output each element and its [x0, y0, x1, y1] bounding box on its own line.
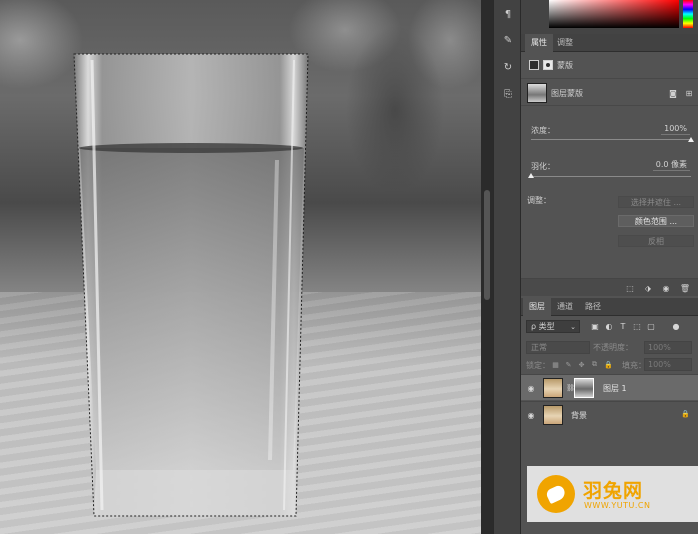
- panel-icon-strip: ¶ ✎ ↻ ⎘: [493, 0, 521, 534]
- properties-panel: 蒙版 图层蒙版 ◙ ⊞ 浓度： 100% 羽化： 0.0 像素 调整： 选择并遮…: [521, 52, 698, 296]
- watermark: 羽兔网 WWW.YUTU.CN: [527, 466, 698, 522]
- clone-source-icon[interactable]: ⎘: [498, 84, 518, 104]
- type-filter-icon[interactable]: T: [618, 321, 628, 332]
- layer-row-background[interactable]: ◉ 背景 🔒: [521, 401, 698, 427]
- canvas-vertical-scrollbar[interactable]: [481, 0, 493, 534]
- watermark-name: 羽兔网: [583, 480, 644, 502]
- layer-thumbnail: [543, 378, 563, 398]
- select-and-mask-button[interactable]: 选择并遮住 ...: [618, 196, 694, 208]
- delete-mask-icon[interactable]: 🗑: [679, 282, 691, 294]
- lock-row: 锁定： ▦ ✎ ✥ ⧉ 🔒 填充： 100%: [521, 358, 698, 372]
- add-vector-mask-icon[interactable]: ⊞: [683, 87, 695, 99]
- layers-tabbar: 图层 通道 路径: [521, 298, 698, 316]
- tab-paths[interactable]: 路径: [579, 298, 607, 316]
- lock-artboard-icon[interactable]: ⧉: [590, 360, 599, 369]
- pixel-filter-icon[interactable]: ▣: [590, 321, 600, 332]
- glass-of-water-image: [73, 53, 309, 517]
- layer-row-layer1[interactable]: ◉ ⛓ 图层 1: [521, 374, 698, 400]
- lock-transparent-icon[interactable]: ▦: [551, 360, 560, 369]
- watermark-url: WWW.YUTU.CN: [584, 501, 651, 510]
- adjustment-filter-icon[interactable]: ◐: [604, 321, 614, 332]
- tab-channels[interactable]: 通道: [551, 298, 579, 316]
- color-picker-panel: [521, 0, 698, 34]
- density-slider-knob[interactable]: [688, 137, 694, 142]
- layer-thumbnail: [543, 405, 563, 425]
- document-canvas[interactable]: [0, 0, 481, 534]
- mask-thumbnail: [527, 83, 547, 103]
- density-slider[interactable]: [531, 139, 691, 140]
- load-selection-icon[interactable]: ⬚: [624, 282, 636, 294]
- rabbit-logo-icon: [537, 475, 575, 513]
- tab-properties[interactable]: 属性: [525, 34, 553, 52]
- smart-object-filter-icon[interactable]: ▢: [646, 321, 656, 332]
- layer-name[interactable]: 图层 1: [603, 383, 627, 394]
- lock-image-icon[interactable]: ✎: [564, 360, 573, 369]
- layer-mask-thumbnail[interactable]: [574, 378, 594, 398]
- layer-mask-row: 图层蒙版 ◙ ⊞: [521, 78, 698, 106]
- feather-label: 羽化：: [531, 162, 555, 171]
- scrollbar-thumb[interactable]: [484, 190, 490, 300]
- eye-icon[interactable]: ◉: [526, 410, 536, 420]
- vector-mask-icon[interactable]: [543, 60, 553, 70]
- right-panel-dock: 属性 调整 蒙版 图层蒙版 ◙ ⊞ 浓度： 100% 羽化： 0.0 像素 调整…: [521, 0, 698, 534]
- feather-slider-knob[interactable]: [528, 173, 534, 178]
- properties-tabbar: 属性 调整: [521, 34, 698, 52]
- feather-value[interactable]: 0.0 像素: [652, 159, 690, 171]
- feather-slider[interactable]: [531, 176, 691, 177]
- hue-slider[interactable]: [683, 0, 693, 28]
- blend-row: 正常 不透明度： 100%: [521, 340, 698, 356]
- visibility-eye-icon[interactable]: ◉: [660, 282, 672, 294]
- fill-input[interactable]: 100%: [644, 358, 692, 371]
- opacity-input[interactable]: 100%: [644, 341, 692, 354]
- color-range-button[interactable]: 颜色范围 ...: [618, 215, 694, 227]
- opacity-label: 不透明度：: [593, 343, 633, 352]
- select-pixel-mask-icon[interactable]: ◙: [667, 87, 679, 99]
- properties-footer: ⬚ ⬗ ◉ 🗑: [521, 278, 698, 296]
- lock-label: 锁定：: [526, 361, 550, 370]
- lock-all-icon[interactable]: 🔒: [604, 360, 613, 369]
- adjust-label: 调整：: [527, 196, 551, 205]
- mask-type-label: 图层蒙版: [551, 89, 583, 98]
- lock-position-icon[interactable]: ✥: [577, 360, 586, 369]
- fill-label: 填充：: [622, 361, 646, 370]
- tab-layers[interactable]: 图层: [523, 298, 551, 316]
- density-value[interactable]: 100%: [661, 123, 690, 135]
- invert-button[interactable]: 反相: [618, 235, 694, 247]
- density-label: 浓度：: [531, 126, 555, 135]
- tab-adjustments[interactable]: 调整: [551, 34, 579, 52]
- blend-mode-select[interactable]: 正常: [526, 341, 590, 354]
- chevron-down-icon: ⌄: [570, 323, 576, 331]
- apply-mask-icon[interactable]: ⬗: [642, 282, 654, 294]
- layer-filter-label: ρ 类型: [531, 322, 555, 331]
- mask-header: 蒙版: [529, 58, 573, 72]
- lock-icon: 🔒: [681, 410, 690, 418]
- filter-toggle-icon[interactable]: ●: [671, 321, 681, 332]
- layers-filter-bar: ρ 类型 ⌄ ▣ ◐ T ⬚ ▢ ●: [521, 316, 698, 338]
- pixel-mask-icon[interactable]: [529, 60, 539, 70]
- layer-name[interactable]: 背景: [571, 410, 587, 421]
- layer-filter-select[interactable]: ρ 类型 ⌄: [526, 320, 580, 333]
- history-icon[interactable]: ↻: [498, 57, 518, 77]
- eye-icon[interactable]: ◉: [526, 383, 536, 393]
- brush-settings-icon[interactable]: ✎: [498, 30, 518, 50]
- color-field[interactable]: [549, 0, 679, 28]
- shape-filter-icon[interactable]: ⬚: [632, 321, 642, 332]
- paragraph-icon[interactable]: ¶: [498, 4, 518, 24]
- mask-header-label: 蒙版: [557, 60, 573, 70]
